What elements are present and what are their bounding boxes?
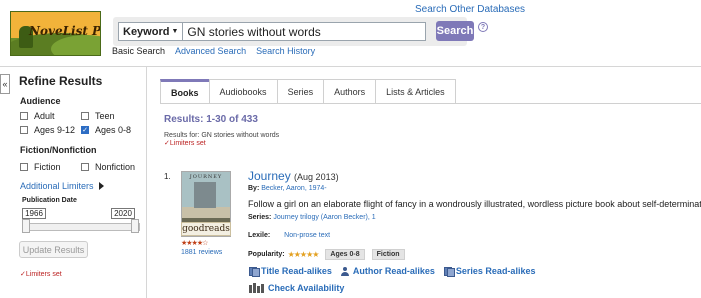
checkbox[interactable] — [20, 126, 28, 134]
results-for: Results for: GN stories without words — [164, 132, 279, 139]
publication-date-label: Publication Date — [22, 197, 77, 204]
audience-tag: Ages 0-8 — [325, 249, 365, 260]
checkbox[interactable] — [81, 112, 89, 120]
fiction-nonfiction-heading: Fiction/Nonfiction — [20, 145, 97, 155]
tab-lists-articles[interactable]: Lists & Articles — [375, 79, 456, 104]
book-author-line: By: Becker, Aaron, 1974- — [248, 185, 327, 192]
title-readalikes-label: Title Read-alikes — [261, 266, 332, 276]
series-readalikes-label: Series Read-alikes — [455, 266, 536, 276]
check-availability-link[interactable]: Check Availability — [249, 283, 344, 293]
lexile-link[interactable]: Non-prose text — [284, 232, 330, 239]
fiction-checkbox[interactable]: Fiction — [20, 162, 61, 172]
additional-limiters-label: Additional Limiters — [20, 181, 94, 191]
book-popularity-line: Popularity: ★★★★★ Ages 0-8 Fiction — [248, 249, 405, 260]
book-series-line: Series: Journey trilogy (Aaron Becker), … — [248, 214, 376, 221]
goodreads-badge[interactable]: goodreads — [181, 222, 231, 236]
goodreads-label: goodreads — [182, 224, 230, 234]
result-number: 1. — [164, 172, 171, 181]
library-shelf-icon — [249, 283, 264, 293]
checkbox-checked[interactable]: ✓ — [81, 126, 89, 134]
book-title-link[interactable]: Journey — [248, 169, 291, 183]
author-readalikes-link[interactable]: Author Read-alikes — [340, 266, 435, 276]
audience-ages-9-12-checkbox[interactable]: Ages 9-12 — [20, 125, 75, 135]
result-type-tabs: Books Audiobooks Series Authors Lists & … — [160, 79, 456, 104]
checkbox[interactable] — [81, 163, 89, 171]
search-mode-links: Basic Search Advanced Search Search Hist… — [112, 46, 315, 56]
books-icon — [443, 267, 455, 277]
author-label: By: — [248, 185, 260, 192]
book-lexile-line: Lexile: Non-prose text — [248, 232, 330, 239]
tab-series[interactable]: Series — [276, 79, 324, 104]
novelist-plus-logo[interactable]: NoveList Plus — [10, 11, 101, 56]
tabs-underline — [160, 103, 701, 104]
popularity-stars-icon: ★★★★★ — [287, 250, 320, 259]
popularity-label: Popularity: — [248, 251, 285, 258]
goodreads-rating-stars: ★★★★☆ — [181, 240, 208, 247]
series-readalikes-link[interactable]: Series Read-alikes — [443, 266, 536, 277]
checkbox[interactable] — [20, 112, 28, 120]
book-date: (Aug 2013) — [294, 172, 339, 182]
refine-results-title: Refine Results — [19, 74, 103, 88]
genre-tag: Fiction — [371, 249, 405, 260]
cover-title: JOURNEY — [189, 174, 223, 180]
tab-audiobooks[interactable]: Audiobooks — [208, 79, 277, 104]
publication-date-slider[interactable] — [22, 223, 140, 231]
books-icon — [249, 267, 260, 277]
checkbox-label: Ages 9-12 — [34, 125, 76, 135]
cover-castle — [194, 182, 216, 208]
publication-date-to-input[interactable]: 2020 — [111, 208, 135, 219]
results-count: Results: 1-30 of 433 — [164, 114, 258, 125]
audience-ages-0-8-checkbox[interactable]: ✓ Ages 0-8 — [81, 125, 131, 135]
author-readalikes-label: Author Read-alikes — [352, 266, 435, 276]
search-button[interactable]: Search — [436, 21, 474, 41]
logo-wordmark: NoveList Plus — [29, 24, 101, 38]
update-results-button[interactable]: Update Results — [19, 241, 88, 258]
author-link[interactable]: Becker, Aaron, 1974- — [261, 185, 326, 192]
checkbox-label: Teen — [95, 111, 115, 121]
checkbox-label: Ages 0-8 — [95, 125, 132, 135]
search-box: Keyword ▼ — [118, 22, 426, 41]
tab-books[interactable]: Books — [160, 79, 209, 104]
caret-right-icon — [98, 182, 104, 190]
sidebar-limiters-set: ✓Limiters set — [20, 271, 62, 278]
audience-adult-checkbox[interactable]: Adult — [20, 111, 55, 121]
slider-handle-start[interactable] — [22, 219, 30, 233]
series-label: Series: — [248, 214, 272, 221]
search-other-databases-link[interactable]: Search Other Databases — [415, 4, 525, 15]
results-limiters-set: ✓Limiters set — [164, 140, 206, 147]
person-icon — [340, 266, 350, 276]
advanced-search-link[interactable]: Advanced Search — [175, 46, 246, 56]
book-description: Follow a girl on an elaborate flight of … — [248, 199, 701, 209]
check-availability-label: Check Availability — [268, 283, 345, 293]
nonfiction-checkbox[interactable]: Nonfiction — [81, 162, 135, 172]
header-divider — [0, 66, 701, 67]
tab-authors[interactable]: Authors — [323, 79, 376, 104]
goodreads-reviews-link[interactable]: 1881 reviews — [181, 249, 222, 256]
slider-handle-end[interactable] — [131, 219, 139, 233]
help-icon[interactable]: ? — [478, 22, 488, 32]
checkbox[interactable] — [20, 163, 28, 171]
additional-limiters-toggle[interactable]: Additional Limiters — [20, 181, 104, 191]
collapse-sidebar-button[interactable]: « — [0, 74, 10, 94]
results-for-query: GN stories without words — [201, 132, 280, 139]
audience-teen-checkbox[interactable]: Teen — [81, 111, 115, 121]
checkbox-label: Fiction — [34, 162, 61, 172]
basic-search-label: Basic Search — [112, 46, 166, 56]
publication-date-from-input[interactable]: 1966 — [22, 208, 46, 219]
chevron-down-icon: ▼ — [171, 28, 179, 35]
search-history-link[interactable]: Search History — [256, 46, 315, 56]
search-field-select[interactable]: Keyword ▼ — [119, 23, 184, 40]
checkbox-label: Adult — [34, 111, 55, 121]
readalikes-links: Title Read-alikes Author Read-alikes Ser… — [249, 266, 536, 277]
series-link[interactable]: Journey trilogy (Aaron Becker), 1 — [273, 214, 375, 221]
title-readalikes-link[interactable]: Title Read-alikes — [249, 266, 332, 277]
checkbox-label: Nonfiction — [95, 162, 136, 172]
book-title: Journey (Aug 2013) — [248, 169, 339, 183]
search-input[interactable] — [183, 24, 425, 39]
results-for-label: Results for: — [164, 132, 200, 139]
sidebar-divider — [146, 67, 147, 298]
audience-heading: Audience — [20, 96, 61, 106]
lexile-label: Lexile: — [248, 232, 271, 239]
search-field-label: Keyword — [123, 25, 170, 38]
